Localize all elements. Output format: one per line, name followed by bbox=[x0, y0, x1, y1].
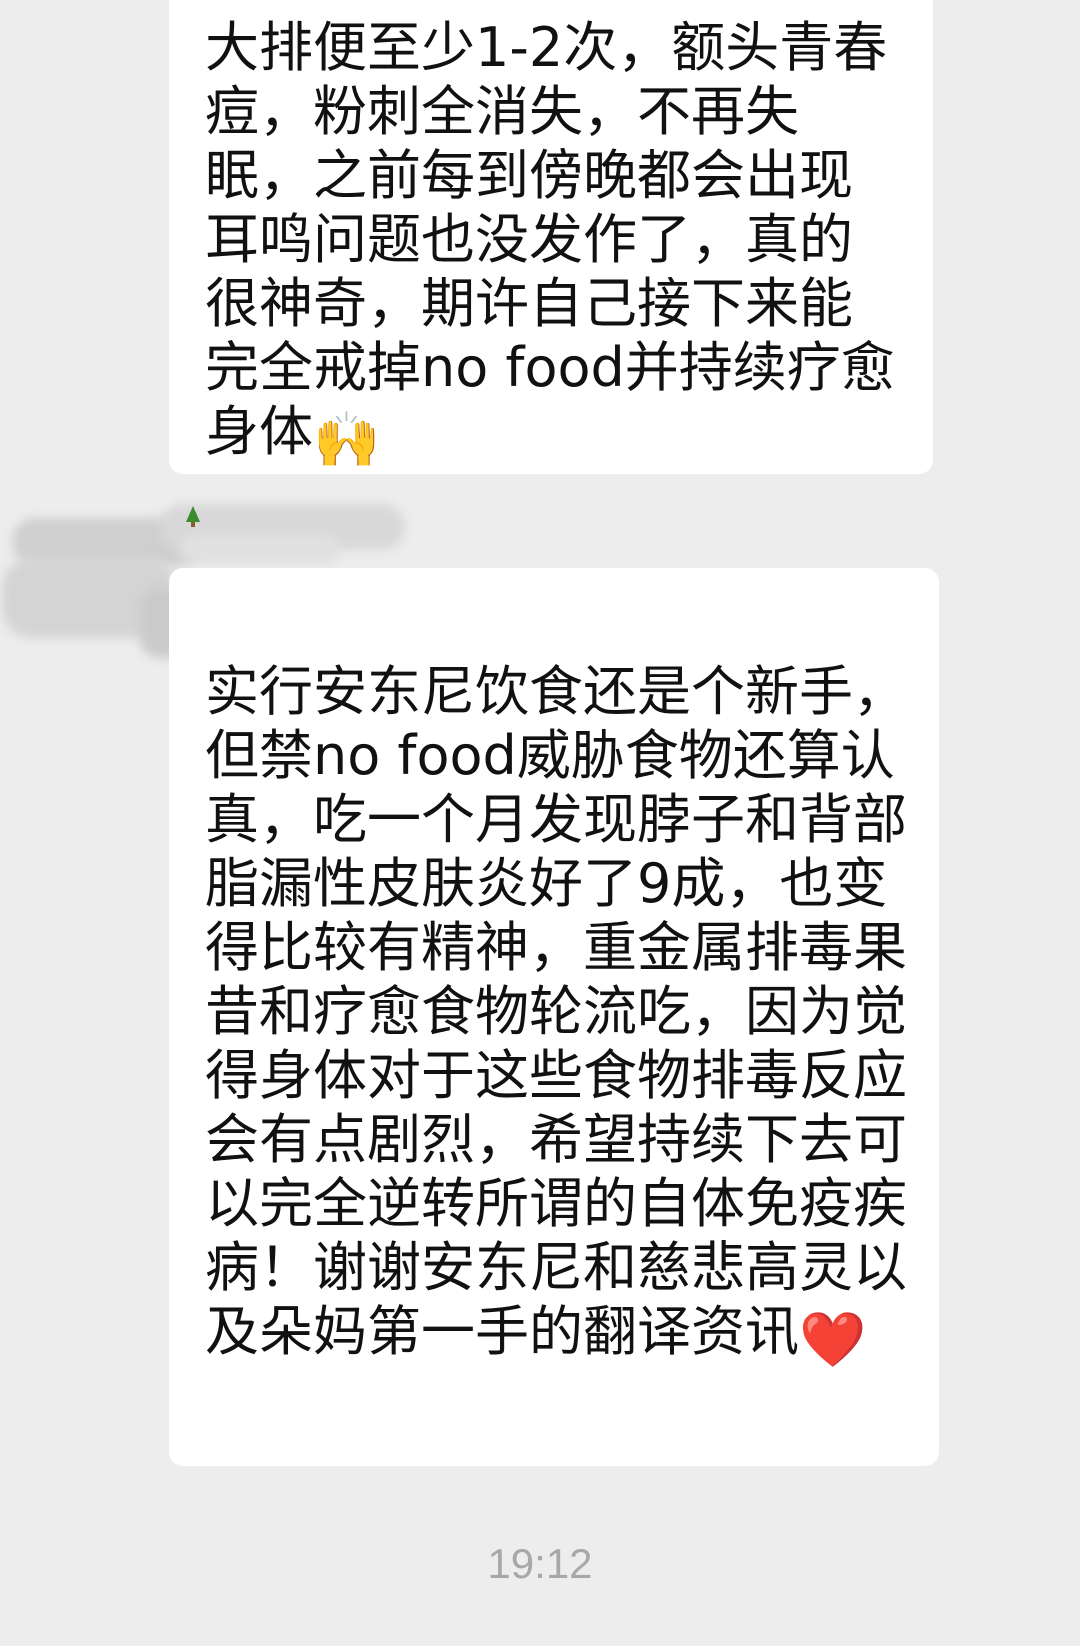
chat-timestamp: 19:12 bbox=[487, 1540, 593, 1587]
message-text: 实行安东尼饮食还是个新手，但禁no food威胁食物还算认真，吃一个月发现脖子和… bbox=[205, 660, 909, 1372]
raised-hands-emoji-icon: 🙌 bbox=[313, 408, 381, 471]
message-text-content: 大排便至少1-2次，额头青春痘，粉刺全消失，不再失眠，之前每到傍晚都会出现耳鸣问… bbox=[205, 16, 895, 463]
message-text-content: 实行安东尼饮食还是个新手，但禁no food威胁食物还算认真，吃一个月发现脖子和… bbox=[205, 660, 907, 1363]
red-heart-emoji-icon: ❤️ bbox=[799, 1308, 867, 1371]
redaction-smudge bbox=[180, 534, 340, 564]
christmas-tree-trunk bbox=[191, 522, 195, 527]
message-text: 大排便至少1-2次，额头青春痘，粉刺全消失，不再失眠，之前每到傍晚都会出现耳鸣问… bbox=[205, 16, 903, 472]
message-bubble[interactable]: 实行安东尼饮食还是个新手，但禁no food威胁食物还算认真，吃一个月发现脖子和… bbox=[169, 568, 939, 1466]
message-bubble[interactable]: 大排便至少1-2次，额头青春痘，粉刺全消失，不再失眠，之前每到傍晚都会出现耳鸣问… bbox=[169, 0, 933, 474]
christmas-tree-icon bbox=[186, 506, 200, 522]
